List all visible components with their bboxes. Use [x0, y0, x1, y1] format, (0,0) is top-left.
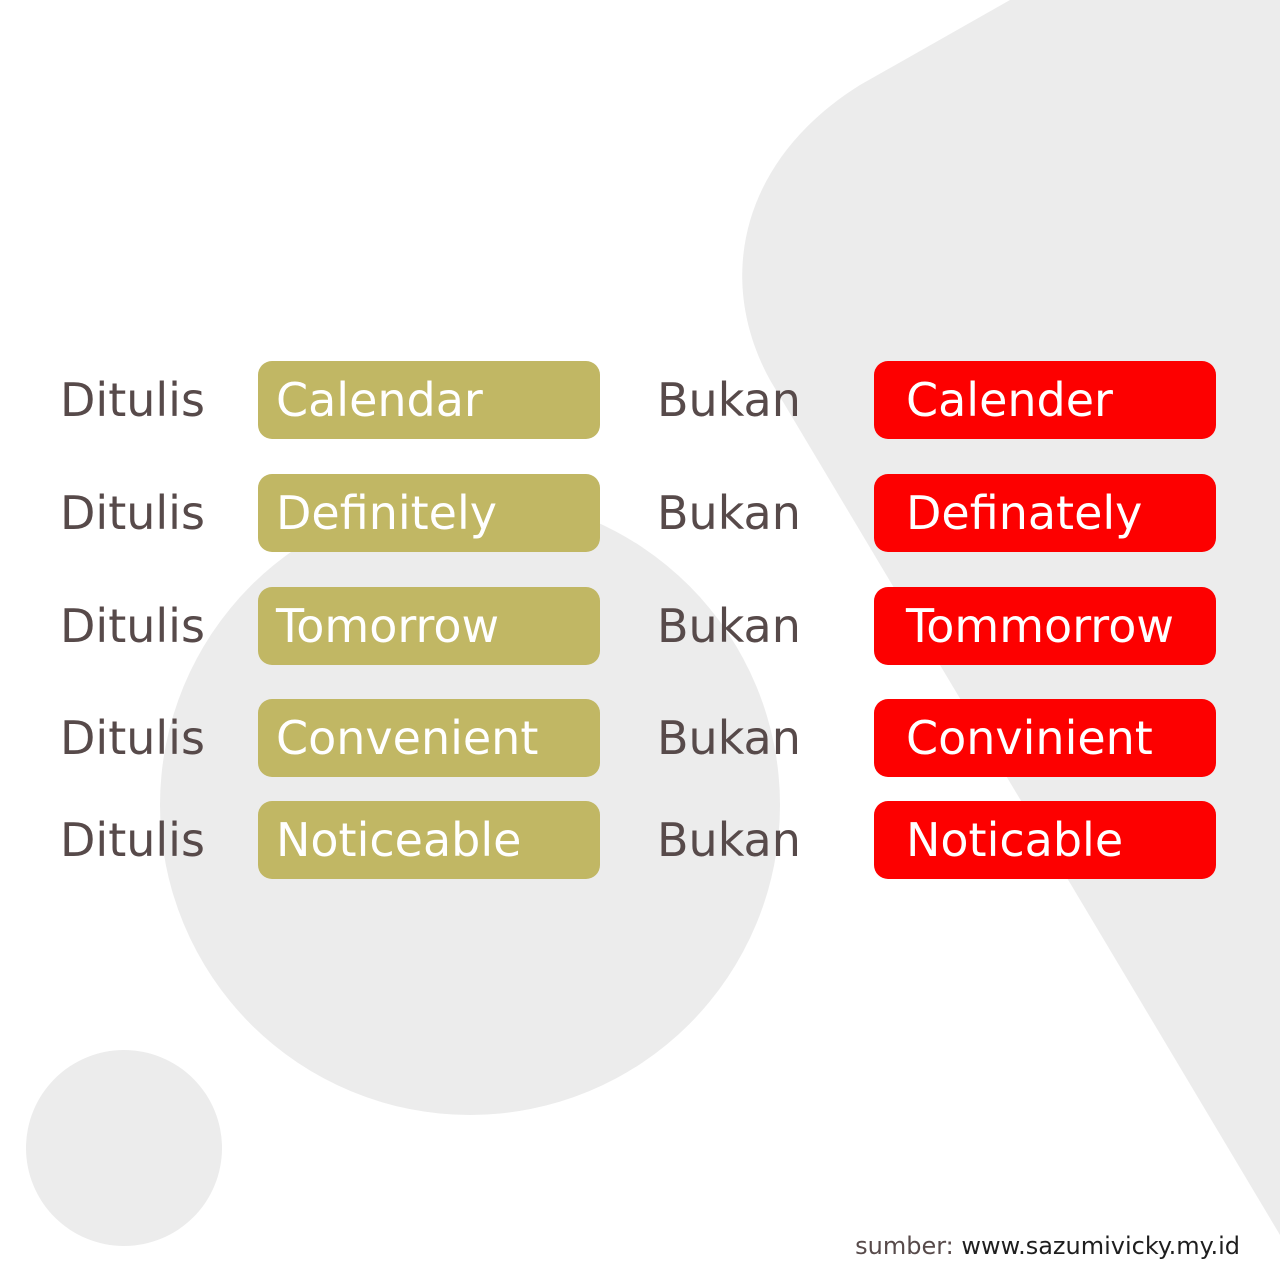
- wrong-word-pill: Noticable: [874, 801, 1216, 879]
- wrong-word-pill: Tommorrow: [874, 587, 1216, 665]
- correct-word-pill: Noticeable: [258, 801, 600, 879]
- source-prefix: sumber:: [855, 1232, 962, 1260]
- word-row: Ditulis Noticeable Bukan Noticable: [0, 800, 1280, 880]
- word-row: Ditulis Definitely Bukan Definately: [0, 473, 1280, 553]
- wrong-word-pill: Definately: [874, 474, 1216, 552]
- correct-label: Ditulis: [60, 599, 205, 653]
- word-row: Ditulis Calendar Bukan Calender: [0, 360, 1280, 440]
- correct-label: Ditulis: [60, 486, 205, 540]
- wrong-label: Bukan: [657, 711, 801, 765]
- correct-word-pill: Definitely: [258, 474, 600, 552]
- correct-label: Ditulis: [60, 373, 205, 427]
- correct-label: Ditulis: [60, 711, 205, 765]
- wrong-label: Bukan: [657, 599, 801, 653]
- background-circle-small: [26, 1050, 222, 1246]
- wrong-label: Bukan: [657, 486, 801, 540]
- correct-word-pill: Calendar: [258, 361, 600, 439]
- wrong-word-pill: Calender: [874, 361, 1216, 439]
- word-row: Ditulis Tomorrow Bukan Tommorrow: [0, 586, 1280, 666]
- source-site: www.sazumivicky.my.id: [961, 1232, 1240, 1260]
- wrong-label: Bukan: [657, 813, 801, 867]
- wrong-word-pill: Convinient: [874, 699, 1216, 777]
- wrong-label: Bukan: [657, 373, 801, 427]
- source-credit: sumber: www.sazumivicky.my.id: [855, 1232, 1240, 1260]
- correct-label: Ditulis: [60, 813, 205, 867]
- correct-word-pill: Convenient: [258, 699, 600, 777]
- word-row: Ditulis Convenient Bukan Convinient: [0, 698, 1280, 778]
- correct-word-pill: Tomorrow: [258, 587, 600, 665]
